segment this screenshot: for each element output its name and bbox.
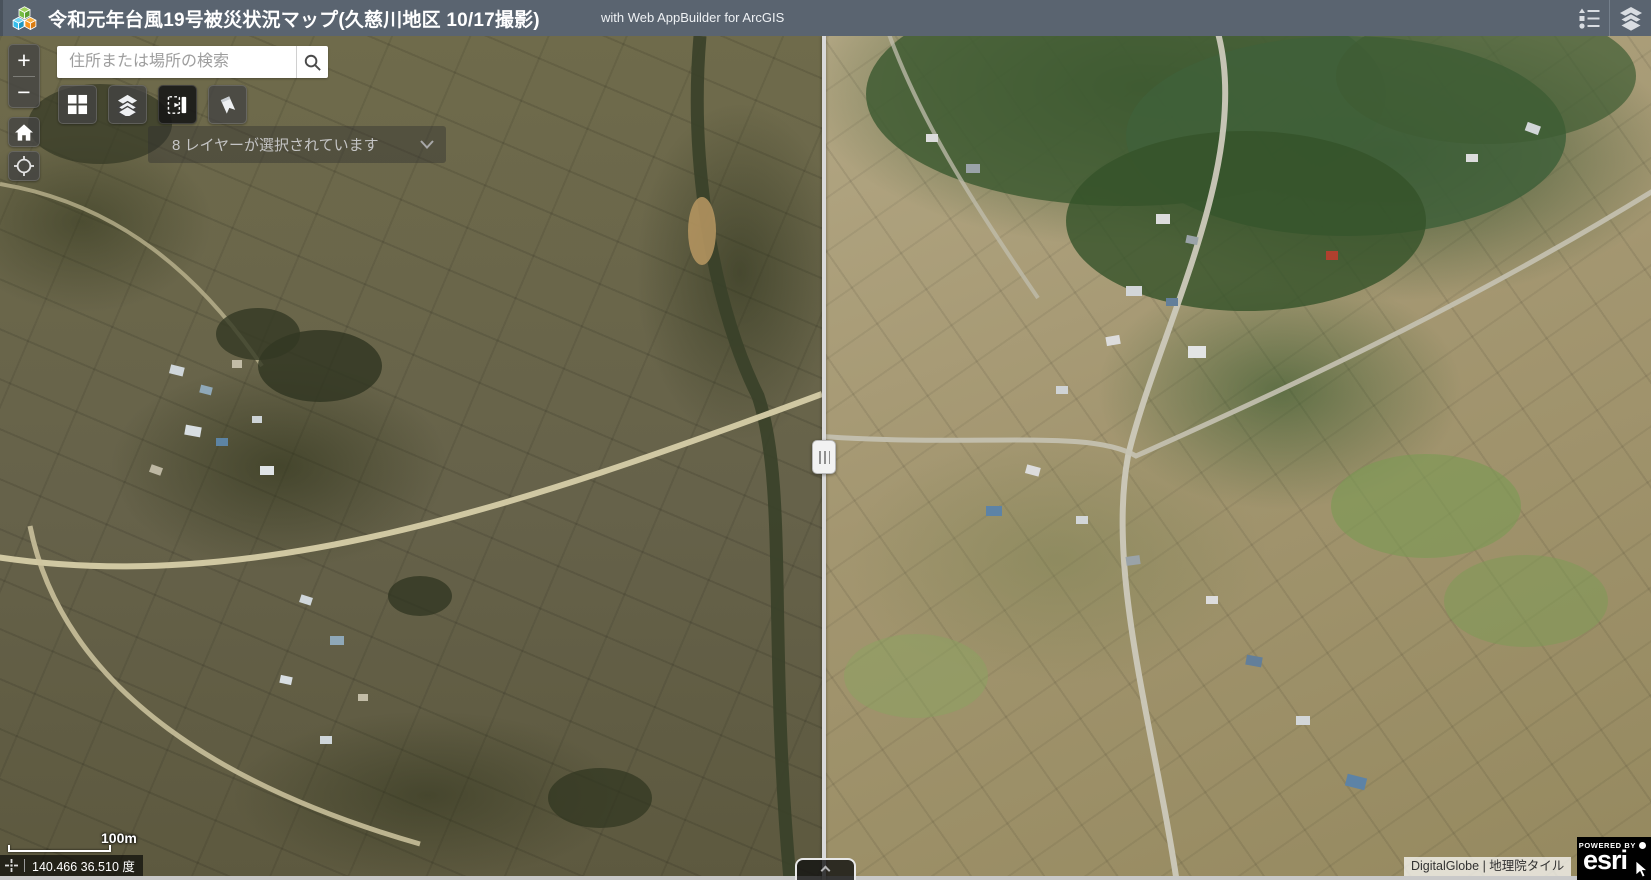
map-pane-right[interactable] — [826, 36, 1651, 880]
search-box — [57, 46, 328, 78]
zoom-in-button[interactable]: + — [9, 45, 39, 76]
header-actions — [1568, 0, 1651, 36]
basemap-gallery-button[interactable] — [58, 85, 97, 124]
bookmark-button[interactable] — [208, 85, 247, 124]
attribution-text: DigitalGlobe | 地理院タイル — [1404, 857, 1571, 876]
search-button[interactable] — [296, 46, 328, 78]
header-bar: 令和元年台風19号被災状況マップ(久慈川地区 10/17撮影) with Web… — [0, 0, 1651, 36]
right-imagery-features — [826, 36, 1651, 880]
swipe-handle[interactable] — [812, 440, 836, 474]
bookmark-icon — [217, 94, 239, 116]
coordinate-widget: 140.466 36.510 度 — [0, 855, 143, 876]
legend-button[interactable] — [1568, 0, 1609, 36]
basemap-gallery-icon — [67, 94, 88, 115]
grip-icon — [819, 451, 830, 464]
layer-list-icon — [116, 93, 139, 116]
chevron-up-icon — [821, 866, 831, 876]
zoom-out-button[interactable]: − — [9, 77, 39, 108]
chevron-down-icon — [420, 140, 434, 149]
swipe-icon — [167, 95, 189, 115]
layer-select-bar[interactable]: 8 レイヤーが選択されています — [148, 126, 446, 163]
search-input[interactable] — [57, 46, 296, 78]
layer-select-label: 8 レイヤーが選択されています — [172, 134, 379, 155]
coordinate-value: 140.466 36.510 度 — [32, 856, 135, 875]
search-icon — [303, 53, 322, 72]
left-buildings — [149, 360, 368, 744]
app-logo — [11, 5, 38, 32]
home-icon — [15, 124, 33, 141]
coordinate-separator — [24, 859, 25, 872]
zoom-control: + − — [8, 44, 40, 108]
map-container: + − — [0, 36, 1651, 880]
esri-globe-icon — [1639, 842, 1646, 849]
scale-label: 100m — [101, 830, 137, 846]
app-subtitle: with Web AppBuilder for ArcGIS — [601, 0, 784, 36]
home-button[interactable] — [8, 117, 40, 147]
attribution-toggle-button[interactable] — [795, 858, 856, 880]
page-title: 令和元年台風19号被災状況マップ(久慈川地区 10/17撮影) — [48, 5, 540, 32]
layers-panel-button[interactable] — [1610, 0, 1651, 36]
esri-logo[interactable]: POWERED BY esri — [1577, 837, 1651, 880]
crosshair-button[interactable] — [4, 858, 19, 873]
legend-icon — [1578, 7, 1600, 29]
locate-icon — [14, 156, 34, 176]
swipe-button[interactable] — [158, 85, 197, 124]
locate-button[interactable] — [8, 151, 40, 181]
layer-list-button[interactable] — [108, 85, 147, 124]
cursor-icon — [1635, 861, 1648, 878]
layers-icon — [1618, 5, 1644, 31]
app-window: + − — [0, 0, 1651, 880]
scale-bar — [8, 845, 111, 852]
